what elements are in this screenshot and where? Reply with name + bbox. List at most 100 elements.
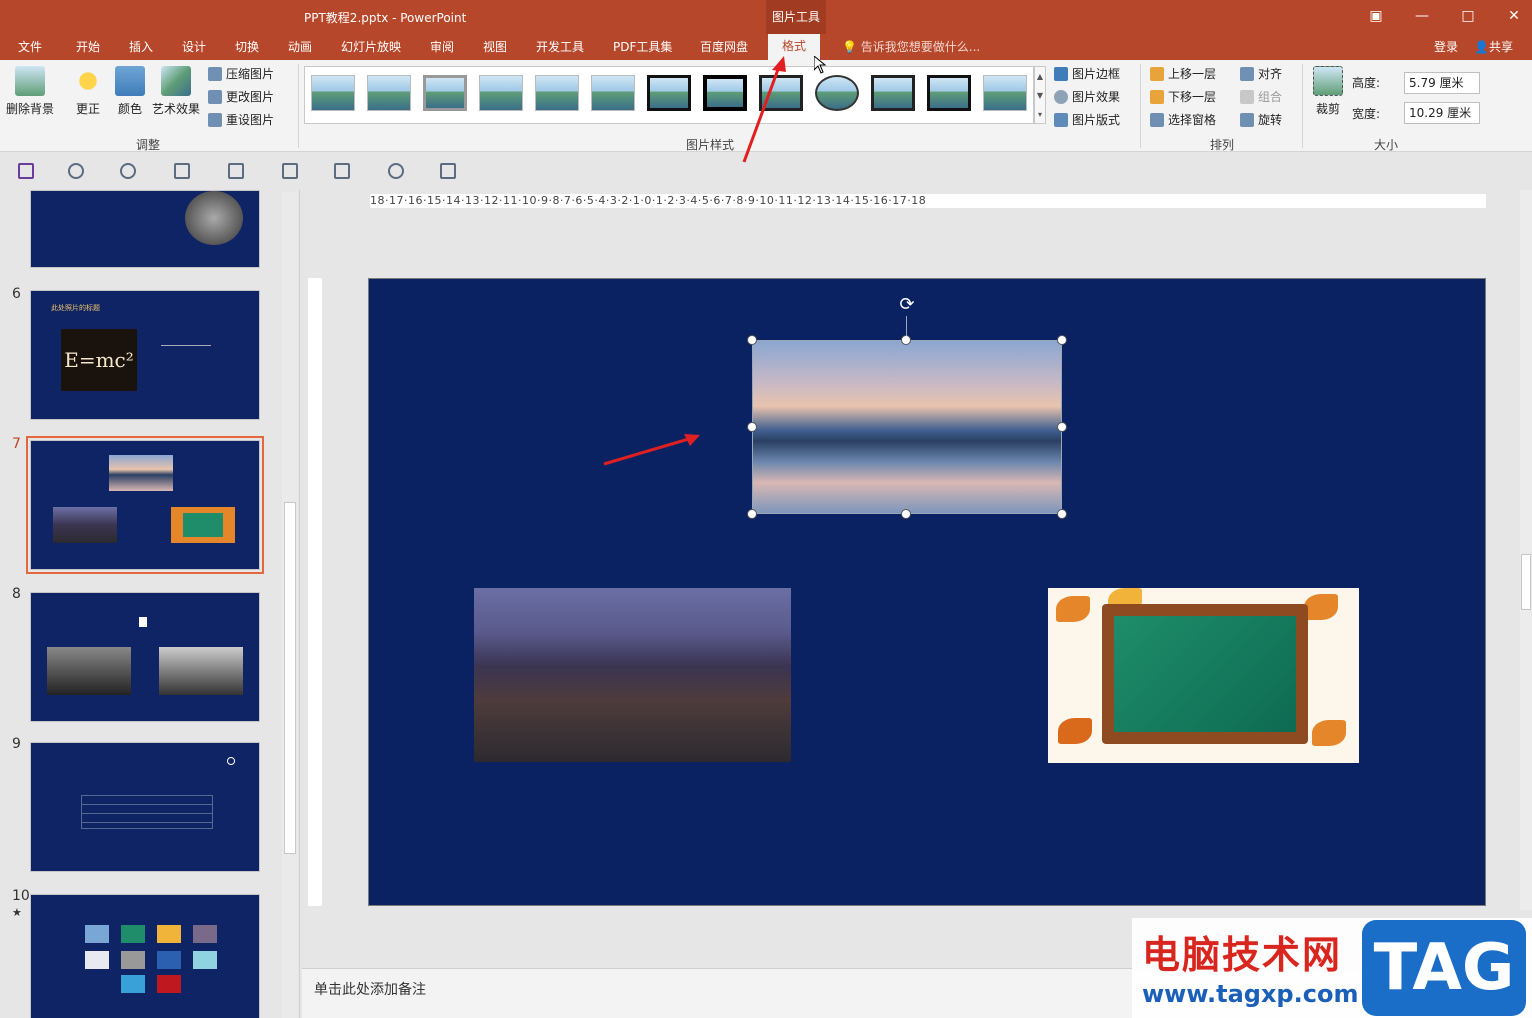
remove-background-button[interactable]: 删除背景 xyxy=(4,66,56,117)
picture-styles-gallery[interactable] xyxy=(304,66,1034,124)
align-label: 对齐 xyxy=(1258,67,1283,81)
bring-forward-button[interactable]: 上移一层 xyxy=(1148,64,1216,84)
tab-design[interactable]: 设计 xyxy=(182,38,206,60)
style-thumb[interactable] xyxy=(591,75,635,111)
tab-developer[interactable]: 开发工具 xyxy=(536,38,584,60)
corrections-button[interactable]: 更正 xyxy=(68,66,108,117)
slide-thumbnail-7[interactable] xyxy=(26,436,264,574)
undo-icon[interactable] xyxy=(68,163,84,179)
slide-thumbnail-10[interactable] xyxy=(30,894,260,1018)
present-icon[interactable] xyxy=(282,163,298,179)
selection-box xyxy=(752,340,1062,514)
align-button[interactable]: 对齐 xyxy=(1238,64,1282,84)
redo-icon[interactable] xyxy=(120,163,136,179)
slide-thumbnail-8[interactable] xyxy=(30,592,260,722)
from-beginning-icon[interactable] xyxy=(174,163,190,179)
share-button[interactable]: 👤共享 xyxy=(1474,38,1513,55)
style-thumb[interactable] xyxy=(535,75,579,111)
send-backward-button[interactable]: 下移一层 xyxy=(1148,87,1216,107)
tab-slideshow[interactable]: 幻灯片放映 xyxy=(341,38,401,60)
resize-handle[interactable] xyxy=(1057,335,1067,345)
tab-transitions[interactable]: 切换 xyxy=(235,38,259,60)
picture-effects-button[interactable]: 图片效果 xyxy=(1052,87,1120,107)
picture-layout-button[interactable]: 图片版式 xyxy=(1052,110,1120,130)
print-icon[interactable] xyxy=(440,163,456,179)
search-icon xyxy=(227,757,235,765)
remove-background-icon xyxy=(15,66,45,96)
width-input[interactable]: 10.29 厘米 xyxy=(1404,102,1480,124)
mini-tile xyxy=(85,951,109,969)
style-thumb[interactable] xyxy=(927,75,971,111)
group-button[interactable]: 组合 xyxy=(1238,87,1282,107)
picture-border-label: 图片边框 xyxy=(1072,67,1121,81)
resize-handle[interactable] xyxy=(747,335,757,345)
rotate-button[interactable]: 旋转 xyxy=(1238,110,1282,130)
resize-handle[interactable] xyxy=(747,422,757,432)
maximize-icon[interactable]: □ xyxy=(1456,6,1480,26)
tab-review[interactable]: 审阅 xyxy=(430,38,454,60)
tell-me-search[interactable]: 💡 告诉我您想要做什么... xyxy=(842,38,980,55)
chalkboard-surface xyxy=(1114,616,1296,732)
tab-file[interactable]: 文件 xyxy=(18,38,42,60)
slide-thumbnail-6[interactable]: 此处照片的标题 E=mc² xyxy=(30,290,260,420)
compress-pictures-button[interactable]: 压缩图片 xyxy=(206,64,274,84)
style-thumb[interactable] xyxy=(479,75,523,111)
artistic-effects-button[interactable]: 艺术效果 xyxy=(150,66,202,117)
login-link[interactable]: 登录 xyxy=(1434,38,1458,55)
slide-thumbnail-9[interactable] xyxy=(30,742,260,872)
thumbnail-scroll-thumb[interactable] xyxy=(284,502,296,854)
change-picture-button[interactable]: 更改图片 xyxy=(206,87,274,107)
editor-scrollbar[interactable] xyxy=(1520,190,1532,910)
minimize-icon[interactable]: — xyxy=(1410,6,1434,26)
crop-label: 裁剪 xyxy=(1315,102,1340,116)
slide-thumbnail-5[interactable] xyxy=(30,190,260,268)
corrections-label: 更正 xyxy=(75,102,100,116)
mini-tile xyxy=(121,925,145,943)
style-thumb-oval[interactable] xyxy=(815,75,859,111)
city-night-picture[interactable] xyxy=(474,588,791,762)
tab-pdf-tools[interactable]: PDF工具集 xyxy=(613,38,672,60)
slide-thumbnail-panel: 6 此处照片的标题 E=mc² 7 8 9 10 ★ xyxy=(0,190,300,1018)
picture-border-button[interactable]: 图片边框 xyxy=(1052,64,1120,84)
reset-picture-button[interactable]: 重设图片 xyxy=(206,110,274,130)
mini-board-green xyxy=(183,513,223,537)
style-thumb[interactable] xyxy=(423,75,467,111)
resize-handle[interactable] xyxy=(1057,509,1067,519)
preview-icon[interactable] xyxy=(388,163,404,179)
style-thumb[interactable] xyxy=(367,75,411,111)
chalkboard-frame xyxy=(1102,604,1308,744)
style-thumb[interactable] xyxy=(647,75,691,111)
editor-scroll-thumb[interactable] xyxy=(1521,554,1531,610)
crop-button[interactable]: 裁剪 xyxy=(1310,66,1346,117)
mini-city xyxy=(53,507,117,543)
tab-insert[interactable]: 插入 xyxy=(129,38,153,60)
style-thumb[interactable] xyxy=(871,75,915,111)
vertical-ruler xyxy=(308,278,322,906)
color-button[interactable]: 颜色 xyxy=(110,66,150,117)
style-thumb[interactable] xyxy=(983,75,1027,111)
chalkboard-leaves-picture[interactable] xyxy=(1048,588,1359,763)
presenter-icon[interactable] xyxy=(334,163,350,179)
watermark-cn-text: 电脑技术网 xyxy=(1142,933,1343,977)
close-icon[interactable]: ✕ xyxy=(1502,6,1526,26)
tab-animations[interactable]: 动画 xyxy=(288,38,312,60)
rotate-label: 旋转 xyxy=(1258,113,1283,127)
rotate-handle-icon[interactable]: ⟳ xyxy=(896,294,918,316)
new-slide-icon[interactable] xyxy=(228,163,244,179)
style-thumb[interactable] xyxy=(311,75,355,111)
ribbon-display-icon[interactable]: ▣ xyxy=(1364,6,1388,26)
selection-pane-icon xyxy=(1150,113,1164,127)
height-input[interactable]: 5.79 厘米 xyxy=(1404,72,1480,94)
save-icon[interactable] xyxy=(18,163,34,179)
mini-tile xyxy=(193,925,217,943)
resize-handle[interactable] xyxy=(901,509,911,519)
selection-pane-button[interactable]: 选择窗格 xyxy=(1148,110,1216,130)
thumbnail-scrollbar[interactable] xyxy=(282,192,298,1018)
resize-handle[interactable] xyxy=(747,509,757,519)
gallery-scroll[interactable]: ▲ ▼ ▾ xyxy=(1034,66,1046,124)
tab-view[interactable]: 视图 xyxy=(483,38,507,60)
width-label: 宽度: xyxy=(1352,107,1381,121)
resize-handle[interactable] xyxy=(901,335,911,345)
resize-handle[interactable] xyxy=(1057,422,1067,432)
tab-home[interactable]: 开始 xyxy=(76,38,100,60)
